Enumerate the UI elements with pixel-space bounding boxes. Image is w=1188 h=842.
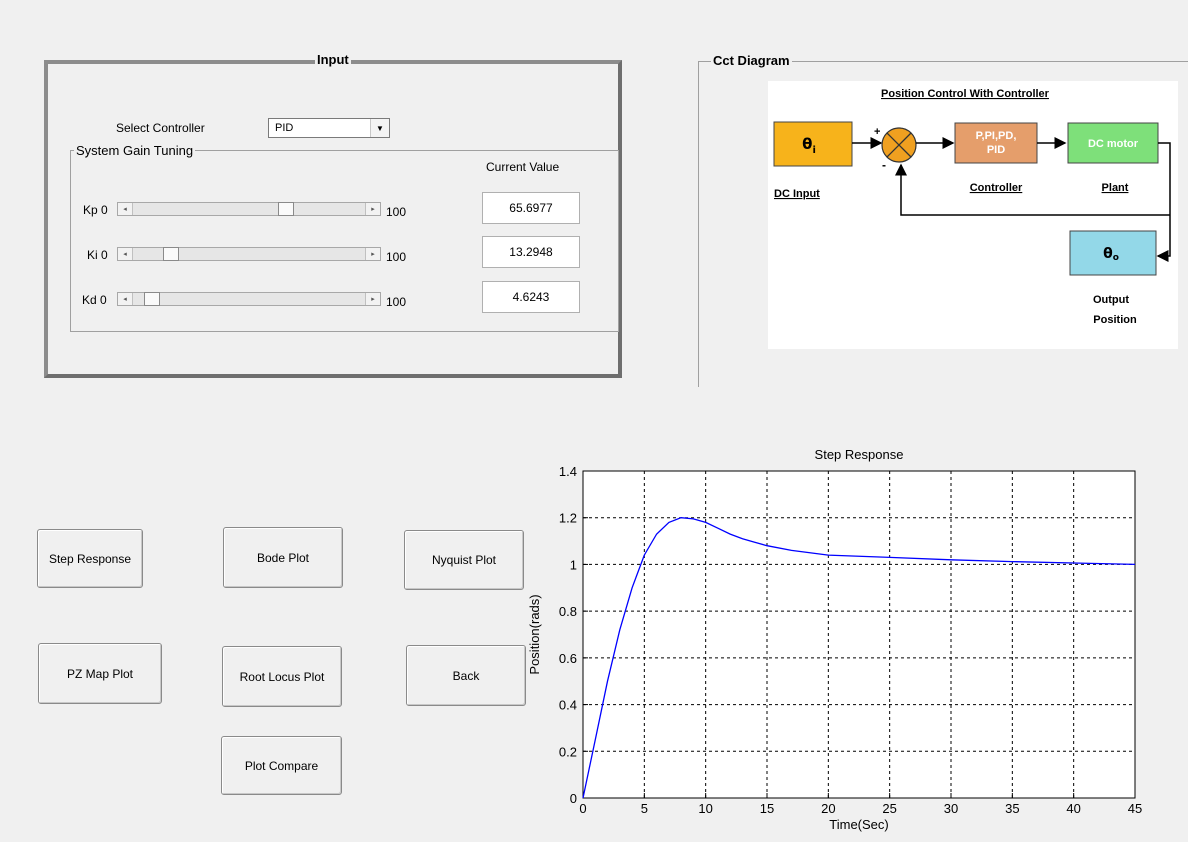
y-tick-label: 0.6 [559,651,577,666]
root-locus-plot-button[interactable]: Root Locus Plot [222,646,342,707]
slider-left-arrow-icon[interactable]: ◂ [118,293,133,305]
block-diagram: Position Control With Controller θi + - … [773,88,1171,326]
x-tick-label: 20 [821,801,835,816]
back-button[interactable]: Back [406,645,526,706]
kd-max-label: 100 [386,295,407,309]
y-tick-label: 1.4 [559,464,577,479]
kd-slider-thumb[interactable] [144,292,160,306]
kd-label: Kd 0 [82,293,107,307]
input-panel-title: Input [315,52,351,67]
x-tick-label: 40 [1066,801,1080,816]
x-tick-label: 25 [882,801,896,816]
kp-value-field[interactable]: 65.6977 [482,192,580,224]
kp-label: Kp 0 [83,203,108,217]
controller-block-line2: PID [987,144,1005,156]
slider-right-arrow-icon[interactable]: ▸ [365,293,380,305]
label-plant: Plant [1102,182,1129,194]
step-response-button[interactable]: Step Response [37,529,143,588]
current-value-header: Current Value [486,160,560,174]
bode-plot-button[interactable]: Bode Plot [223,527,343,588]
controller-select-value: PID [275,122,294,134]
diagram-heading: Position Control With Controller [881,88,1050,100]
label-output-line2: Position [1093,314,1137,326]
controller-block [954,122,1038,164]
y-tick-label: 1.2 [559,511,577,526]
summing-junction [881,127,917,163]
chart-y-axis-label: Position(rads) [527,594,542,674]
circuit-diagram-image: Position Control With Controller θi + - … [768,81,1178,349]
chart-svg: 0 5 10 15 20 25 30 35 40 45 0 0.2 0.4 0.6 0.8 1 1.2 1.4 St… [527,447,1142,832]
y-tick-label: 0 [570,791,577,806]
kp-slider-thumb[interactable] [278,202,294,216]
cct-panel-title: Cct Diagram [711,53,792,68]
ki-slider-thumb[interactable] [163,247,179,261]
kd-value-field[interactable]: 4.6243 [482,281,580,313]
controller-block-line1: P,PI,PD, [976,130,1017,142]
ki-label: Ki 0 [87,248,108,262]
x-tick-label: 0 [579,801,586,816]
slider-left-arrow-icon[interactable]: ◂ [118,248,133,260]
x-tick-label: 5 [641,801,648,816]
kd-slider[interactable]: ◂ ▸ [117,292,381,306]
chart-title: Step Response [815,447,904,462]
ki-max-label: 100 [386,250,407,264]
nyquist-plot-button[interactable]: Nyquist Plot [404,530,524,590]
step-response-chart: 0 5 10 15 20 25 30 35 40 45 0 0.2 0.4 0.6 0.8 1 1.2 1.4 St… [520,440,1188,839]
chart-x-axis-label: Time(Sec) [829,817,888,832]
label-output-line1: Output [1093,294,1129,306]
chevron-down-icon[interactable]: ▼ [370,119,389,137]
motor-block-label: DC motor [1088,138,1139,150]
x-tick-label: 30 [944,801,958,816]
input-block [773,121,853,167]
kp-slider[interactable]: ◂ ▸ [117,202,381,216]
y-tick-label: 0.4 [559,698,577,713]
x-tick-label: 45 [1128,801,1142,816]
controller-select[interactable]: PID ▼ [268,118,390,138]
y-tick-label: 1 [570,557,577,572]
slider-right-arrow-icon[interactable]: ▸ [365,248,380,260]
plot-area [583,471,1135,798]
sum-plus: + [874,126,880,138]
ki-value-field[interactable]: 13.2948 [482,236,580,268]
y-tick-label: 0.2 [559,744,577,759]
y-tick-label: 0.8 [559,604,577,619]
slider-left-arrow-icon[interactable]: ◂ [118,203,133,215]
x-tick-label: 15 [760,801,774,816]
plot-compare-button[interactable]: Plot Compare [221,736,342,795]
select-controller-label: Select Controller [116,121,205,135]
kp-max-label: 100 [386,205,407,219]
pz-map-plot-button[interactable]: PZ Map Plot [38,643,162,704]
sum-minus: - [882,158,886,172]
gain-tuning-title: System Gain Tuning [74,143,196,158]
ki-slider[interactable]: ◂ ▸ [117,247,381,261]
label-dc-input: DC Input [774,188,820,200]
slider-right-arrow-icon[interactable]: ▸ [365,203,380,215]
label-controller: Controller [970,182,1023,194]
x-tick-label: 10 [698,801,712,816]
x-tick-label: 35 [1005,801,1019,816]
